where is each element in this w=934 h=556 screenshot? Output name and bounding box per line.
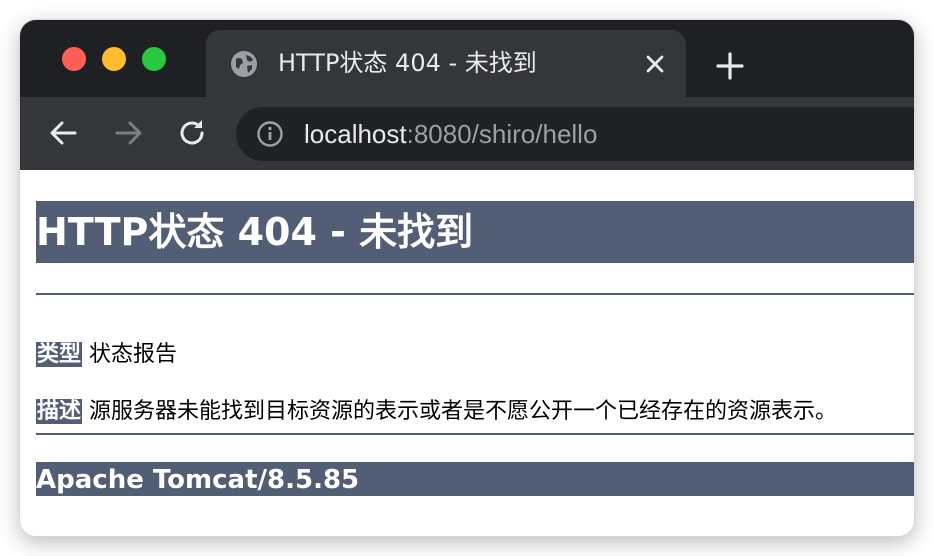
type-label: 类型 bbox=[36, 342, 83, 367]
globe-icon bbox=[231, 51, 257, 77]
title-bar: HTTP状态 404 - 未找到 bbox=[20, 20, 914, 97]
type-value: 状态报告 bbox=[82, 342, 178, 367]
description-label: 描述 bbox=[36, 399, 83, 424]
forward-arrow-icon[interactable] bbox=[111, 116, 145, 150]
server-info: Apache Tomcat/8.5.85 bbox=[36, 462, 914, 496]
page-content: HTTP状态 404 - 未找到 类型 状态报告 描述 源服务器未能找到目标资源… bbox=[20, 170, 914, 536]
page-title: HTTP状态 404 - 未找到 bbox=[36, 201, 914, 263]
browser-toolbar: localhost:8080/shiro/hello bbox=[20, 97, 914, 170]
description-value: 源服务器未能找到目标资源的表示或者是不愿公开一个已经存在的资源表示。 bbox=[82, 399, 838, 424]
description-row: 描述 源服务器未能找到目标资源的表示或者是不愿公开一个已经存在的资源表示。 bbox=[36, 397, 837, 427]
url-text[interactable]: localhost:8080/shiro/hello bbox=[304, 115, 597, 153]
divider bbox=[36, 433, 914, 435]
reload-icon[interactable] bbox=[175, 116, 209, 150]
back-arrow-icon[interactable] bbox=[47, 116, 81, 150]
url-path: :8080/shiro/hello bbox=[406, 119, 598, 149]
maximize-window-button[interactable] bbox=[142, 47, 166, 71]
divider bbox=[36, 293, 914, 295]
browser-tab[interactable]: HTTP状态 404 - 未找到 bbox=[206, 30, 686, 97]
info-icon[interactable] bbox=[256, 120, 284, 148]
url-host: localhost bbox=[304, 119, 407, 149]
minimize-window-button[interactable] bbox=[102, 47, 126, 71]
type-row: 类型 状态报告 bbox=[36, 340, 177, 370]
tab-title: HTTP状态 404 - 未找到 bbox=[278, 49, 537, 77]
close-icon[interactable] bbox=[640, 49, 670, 79]
plus-icon[interactable] bbox=[712, 48, 748, 84]
close-window-button[interactable] bbox=[62, 47, 86, 71]
address-bar[interactable]: localhost:8080/shiro/hello bbox=[236, 107, 914, 161]
browser-window: HTTP状态 404 - 未找到 localhost:8080/shiro/he… bbox=[20, 20, 914, 536]
